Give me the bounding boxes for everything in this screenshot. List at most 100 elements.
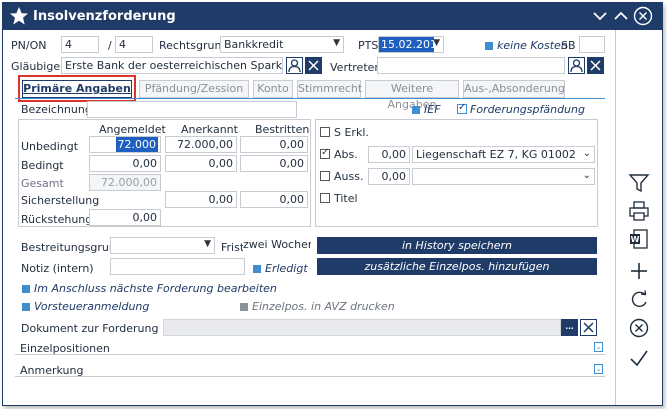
- sb-label: SB: [561, 39, 576, 52]
- einzelpos-avz-checkbox[interactable]: [240, 303, 248, 311]
- on-input[interactable]: 4: [115, 36, 153, 53]
- ief-checkbox[interactable]: [412, 106, 420, 114]
- pts-label: PTS: [358, 39, 379, 52]
- einzelpositionen-section[interactable]: Einzelpositionen ⌄: [15, 341, 605, 355]
- gesamt-angemeldet-value: 72.000,00: [89, 174, 161, 191]
- bedingt-angemeldet-input[interactable]: 0,00: [89, 155, 161, 172]
- notiz-input[interactable]: [110, 258, 245, 275]
- auss-select[interactable]: ⌄: [412, 168, 595, 185]
- person-search-button[interactable]: [286, 57, 303, 74]
- rechtsgrund-select[interactable]: Bankkredit ▼: [220, 36, 344, 53]
- chevron-down-icon: ⌄: [582, 170, 591, 181]
- s-erkl-checkbox[interactable]: [320, 127, 330, 137]
- im-anschluss-label: Im Anschluss nächste Forderung bearbeite…: [34, 282, 277, 295]
- person-icon: [288, 59, 301, 73]
- dokument-clear-button[interactable]: [580, 319, 597, 336]
- pts-date-picker[interactable]: 15.02.2016 ▼: [378, 36, 444, 53]
- action-sidebar: W: [615, 30, 662, 405]
- vertreter-label: Vertreter: [330, 61, 379, 74]
- chevron-down-icon: ▼: [433, 38, 440, 48]
- frist-label: Frist: [221, 241, 245, 254]
- notiz-label: Notiz (intern): [21, 262, 94, 275]
- close-icon: [308, 60, 319, 71]
- tab-konto[interactable]: Konto: [253, 80, 293, 98]
- col-angemeldet: Angemeldet: [99, 123, 166, 136]
- abs-select[interactable]: Liegenschaft EZ 7, KG 01002 ⌄: [412, 146, 595, 163]
- glaeubiger-label: Gläubiger: [11, 60, 65, 73]
- clear-glaeubiger-button[interactable]: [305, 57, 322, 74]
- person-icon: [570, 59, 583, 73]
- sb-input[interactable]: [579, 36, 605, 53]
- tab-weitere-angaben[interactable]: Weitere Angaben: [365, 80, 459, 111]
- check-icon[interactable]: [628, 347, 650, 369]
- auss-input[interactable]: 0,00: [368, 168, 410, 185]
- rechtsgrund-label: Rechtsgrund: [159, 39, 229, 52]
- plus-icon[interactable]: [628, 260, 650, 282]
- tab-aus-absonderung[interactable]: Aus-,Absonderung: [463, 80, 565, 98]
- cancel-icon[interactable]: [628, 317, 650, 339]
- unbedingt-bestritten-input[interactable]: 0,00: [240, 136, 308, 153]
- anmerkung-label: Anmerkung: [20, 364, 84, 377]
- chevron-down-icon: ▼: [204, 239, 211, 249]
- einzelpos-hinzufuegen-button[interactable]: zusätzliche Einzelpos. hinzufügen: [317, 258, 597, 275]
- im-anschluss-checkbox[interactable]: [22, 285, 30, 293]
- pn-separator: /: [108, 39, 112, 52]
- close-icon: [590, 60, 601, 71]
- chevron-double-down-icon[interactable]: ⌄: [594, 364, 603, 374]
- forderungspfaendung-label: Forderungspfändung: [470, 103, 585, 116]
- abs-checkbox[interactable]: [320, 147, 330, 159]
- vertreter-input[interactable]: [377, 57, 565, 74]
- tab-pfaendung-zession[interactable]: Pfändung/Zession: [139, 80, 249, 98]
- chevron-double-down-icon[interactable]: ⌄: [594, 342, 603, 352]
- sicherstellung-anerkannt-input[interactable]: 0,00: [165, 191, 237, 208]
- chevron-down-icon: ▼: [333, 38, 340, 48]
- erledigt-checkbox[interactable]: [253, 265, 261, 273]
- titel-label: Titel: [334, 192, 358, 205]
- glaeubiger-input[interactable]: Erste Bank der oesterreichischen Sparkas…: [61, 57, 283, 74]
- unbedingt-angemeldet-input[interactable]: 72.000: [89, 136, 161, 153]
- history-speichern-button[interactable]: in History speichern: [317, 237, 597, 254]
- unbedingt-angemeldet-value: 72.000: [115, 137, 158, 152]
- bedingt-bestritten-input[interactable]: 0,00: [240, 155, 308, 172]
- vorsteuer-checkbox[interactable]: [22, 303, 30, 311]
- svg-text:W: W: [631, 235, 640, 244]
- clear-vertreter-button[interactable]: [587, 57, 604, 74]
- dokument-field[interactable]: [163, 319, 561, 336]
- chevron-down-icon[interactable]: [591, 7, 609, 25]
- print-icon[interactable]: [628, 200, 650, 222]
- star-icon: [10, 7, 28, 25]
- dokument-browse-button[interactable]: ...: [561, 319, 578, 336]
- unbedingt-anerkannt-input[interactable]: 72.000,00: [165, 136, 237, 153]
- bestreitungsgrund-select[interactable]: ▼: [110, 237, 215, 254]
- vertreter-search-button[interactable]: [568, 57, 585, 74]
- bestreitungsgrund-label: Bestreitungsgrund: [21, 241, 123, 254]
- sicherstellung-bestritten-input[interactable]: 0,00: [240, 191, 308, 208]
- close-icon[interactable]: [633, 6, 653, 26]
- unbedingt-label: Unbedingt: [21, 140, 79, 153]
- pts-value: 15.02.2016: [379, 37, 444, 52]
- abs-input[interactable]: 0,00: [368, 146, 410, 163]
- frist-value[interactable]: zwei Wochen: [243, 237, 311, 254]
- ief-label: IEF: [424, 103, 441, 116]
- keine-kosten-checkbox[interactable]: [485, 42, 493, 50]
- bedingt-label: Bedingt: [21, 159, 64, 172]
- sicherstellung-label: Sicherstellung: [21, 194, 100, 207]
- anmerkung-section[interactable]: Anmerkung ⌄: [15, 363, 605, 377]
- auss-label: Auss.: [334, 170, 364, 183]
- einzelpositionen-label: Einzelpositionen: [20, 342, 110, 355]
- forderungspfaendung-checkbox[interactable]: [457, 102, 467, 114]
- rueckstehung-angemeldet-input[interactable]: 0,00: [89, 209, 161, 226]
- pn-input[interactable]: 4: [61, 36, 99, 53]
- tab-stimmrecht[interactable]: Stimmrecht: [297, 80, 362, 98]
- window-title: Insolvenzforderung: [33, 9, 176, 24]
- filter-icon[interactable]: [628, 172, 650, 194]
- titel-checkbox[interactable]: [320, 193, 330, 203]
- refresh-icon[interactable]: [628, 289, 650, 311]
- bedingt-anerkannt-input[interactable]: 0,00: [165, 155, 237, 172]
- vorsteuer-label: Vorsteueranmeldung: [34, 300, 150, 313]
- word-icon[interactable]: W: [628, 228, 650, 250]
- col-bestritten: Bestritten: [255, 123, 310, 136]
- auss-checkbox[interactable]: [320, 171, 330, 181]
- chevron-up-icon[interactable]: [612, 7, 630, 25]
- bezeichnung-input[interactable]: [87, 101, 297, 118]
